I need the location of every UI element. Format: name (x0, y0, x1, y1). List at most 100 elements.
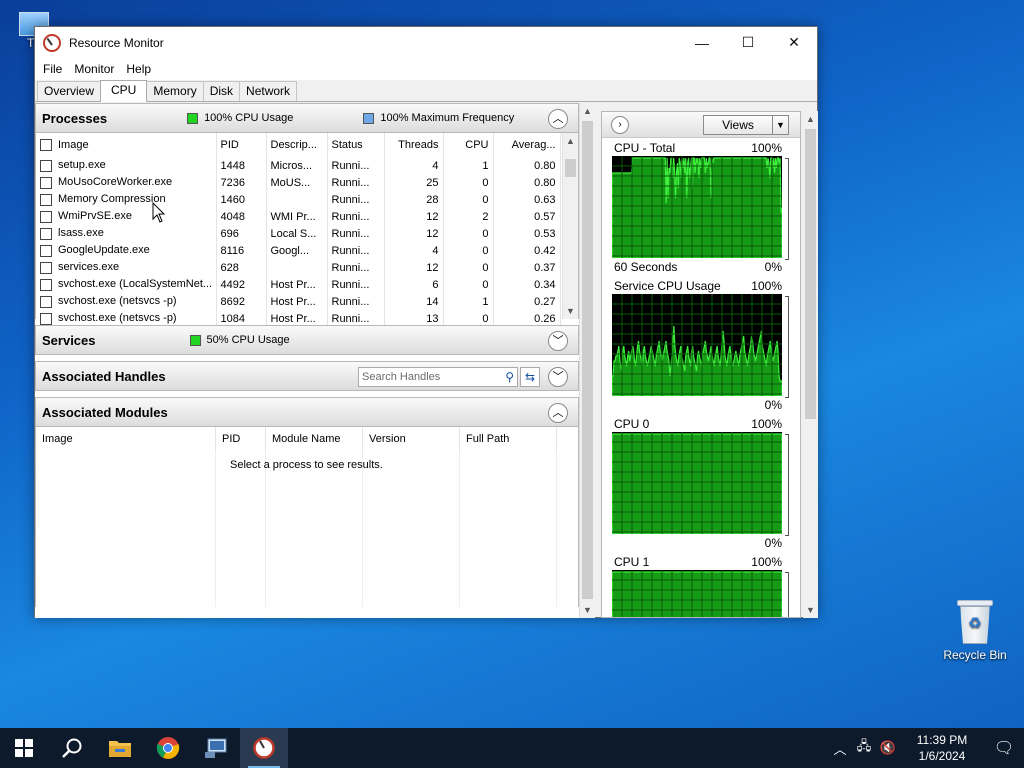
table-row[interactable]: Memory Compression 1460 Runni... 28 0 0.63 (36, 191, 561, 208)
process-checkbox[interactable] (40, 159, 52, 172)
taskbar: ︿ 🖧 🔇 11:39 PM 1/6/2024 🗨 (0, 728, 1024, 768)
process-checkbox[interactable] (40, 227, 52, 240)
table-row[interactable]: svchost.exe (netsvcs -p) 8692 Host Pr... Ru… (36, 293, 561, 310)
clock-time: 11:39 PM (916, 733, 968, 747)
column-header-pid[interactable]: PID (216, 133, 267, 157)
maximize-button[interactable]: ☐ (725, 27, 771, 58)
process-average-cpu: 0.80 (493, 157, 561, 174)
tab-memory[interactable]: Memory (146, 81, 204, 101)
table-row[interactable]: svchost.exe (LocalSystemNet... 4492 Host P… (36, 276, 561, 293)
handles-expand-button[interactable]: ﹀ (548, 367, 568, 387)
menu-file[interactable]: File (37, 62, 68, 76)
network-app-button[interactable] (192, 728, 240, 768)
left-scrollbar[interactable]: ▲ ▼ (579, 103, 595, 618)
process-image: WmiPrvSE.exe (58, 210, 132, 223)
table-row[interactable]: GoogleUpdate.exe 8116 Googl... Runni... 4 0 0.… (36, 242, 561, 259)
process-description: WMI Pr... (266, 208, 328, 225)
modules-collapse-button[interactable]: ︿ (548, 403, 568, 423)
scroll-up-arrow[interactable]: ▲ (803, 111, 818, 127)
column-header-full-path[interactable]: Full Path (460, 427, 557, 451)
process-threads: 6 (384, 276, 444, 293)
tab-disk[interactable]: Disk (202, 81, 241, 101)
table-row[interactable]: services.exe 628 Runni... 12 0 0.37 (36, 259, 561, 276)
scroll-down-arrow[interactable]: ▼ (803, 602, 818, 618)
process-checkbox[interactable] (40, 312, 52, 325)
tab-cpu[interactable]: CPU (100, 80, 148, 102)
volume-muted-icon[interactable]: 🔇 (876, 740, 900, 756)
select-all-checkbox[interactable] (40, 139, 52, 152)
process-checkbox[interactable] (40, 244, 52, 257)
process-pid: 1448 (216, 157, 267, 174)
process-status: Runni... (327, 225, 385, 242)
column-header-average-cpu[interactable]: Averag... (493, 133, 561, 157)
tab-overview[interactable]: Overview (37, 81, 102, 101)
services-header[interactable]: Services 50% CPU Usage ﹀ (35, 325, 579, 355)
resource-monitor-taskbar-button[interactable] (240, 728, 288, 768)
start-button[interactable] (0, 728, 48, 768)
services-expand-button[interactable]: ﹀ (548, 331, 568, 351)
chevron-up-icon[interactable]: ︿ (828, 739, 852, 758)
table-row[interactable]: lsass.exe 696 Local S... Runni... 12 0 0.53 (36, 225, 561, 242)
clock[interactable]: 11:39 PM 1/6/2024 (900, 732, 984, 764)
refresh-icon[interactable]: ⇆ (520, 367, 540, 387)
column-header-image[interactable]: Image (36, 427, 216, 451)
resource-monitor-icon (43, 33, 61, 52)
search-button[interactable] (48, 728, 96, 768)
chevron-down-icon[interactable]: ▼ (772, 116, 788, 134)
column-header-cpu[interactable]: CPU (443, 133, 494, 157)
column-header-pid[interactable]: PID (216, 427, 266, 451)
scroll-up-arrow[interactable]: ▲ (580, 103, 595, 119)
close-button[interactable]: ✕ (771, 27, 817, 58)
minimize-button[interactable]: — (679, 27, 725, 58)
column-header-version[interactable]: Version (363, 427, 460, 451)
column-header-image[interactable]: Image (36, 133, 217, 157)
scroll-thumb[interactable] (582, 121, 593, 599)
column-header-module-name[interactable]: Module Name (266, 427, 363, 451)
views-dropdown[interactable]: Views ▼ (703, 115, 789, 135)
tab-network[interactable]: Network (239, 81, 298, 101)
search-icon (62, 738, 82, 758)
process-cpu: 1 (443, 293, 494, 310)
notification-icon[interactable]: 🗨 (984, 738, 1024, 758)
process-checkbox[interactable] (40, 261, 52, 274)
processes-collapse-button[interactable]: ︿ (548, 109, 568, 129)
process-checkbox[interactable] (40, 295, 52, 308)
process-status: Runni... (327, 208, 385, 225)
column-header-threads[interactable]: Threads (384, 133, 444, 157)
column-header-description[interactable]: Descrip... (266, 133, 328, 157)
chrome-icon (156, 737, 180, 759)
modules-header[interactable]: Associated Modules ︿ (35, 397, 579, 427)
scroll-up-arrow[interactable]: ▲ (563, 133, 578, 149)
title-bar[interactable]: Resource Monitor — ☐ ✕ (35, 27, 817, 58)
handles-header[interactable]: Associated Handles Search Handles ⚲ ⇆ ﹀ (35, 361, 579, 391)
process-checkbox[interactable] (40, 210, 52, 223)
scroll-thumb[interactable] (565, 159, 576, 177)
file-explorer-button[interactable] (96, 728, 144, 768)
network-icon[interactable]: 🖧 (852, 737, 876, 759)
table-row[interactable]: WmiPrvSE.exe 4048 WMI Pr... Runni... 12 2 0.57 (36, 208, 561, 225)
scroll-thumb[interactable] (805, 129, 816, 419)
graph-axis (785, 296, 789, 398)
search-icon[interactable]: ⚲ (505, 368, 514, 386)
process-image: setup.exe (58, 159, 106, 172)
process-checkbox[interactable] (40, 278, 52, 291)
processes-header[interactable]: Processes 100% CPU Usage 100% Maximum Fr… (35, 103, 579, 133)
table-row[interactable]: MoUsoCoreWorker.exe 7236 MoUS... Runni... 25… (36, 174, 561, 191)
menu-monitor[interactable]: Monitor (68, 62, 120, 76)
chrome-button[interactable] (144, 728, 192, 768)
table-row[interactable]: setup.exe 1448 Micros... Runni... 4 1 0.80 (36, 157, 561, 174)
processes-scrollbar[interactable]: ▲ ▼ (562, 133, 578, 319)
scroll-down-arrow[interactable]: ▼ (563, 303, 578, 319)
chevron-right-icon[interactable]: › (611, 116, 629, 134)
search-handles-input[interactable]: Search Handles ⚲ (358, 367, 518, 387)
process-pid: 696 (216, 225, 267, 242)
column-header-status[interactable]: Status (327, 133, 385, 157)
modules-title: Associated Modules (42, 404, 168, 420)
process-checkbox[interactable] (40, 193, 52, 206)
process-checkbox[interactable] (40, 176, 52, 189)
process-average-cpu: 0.37 (493, 259, 561, 276)
recycle-bin-icon[interactable]: ♻ Recycle Bin (938, 600, 1012, 662)
scroll-down-arrow[interactable]: ▼ (580, 602, 595, 618)
menu-help[interactable]: Help (120, 62, 157, 76)
graphs-scrollbar[interactable]: ▲ ▼ (803, 111, 818, 618)
